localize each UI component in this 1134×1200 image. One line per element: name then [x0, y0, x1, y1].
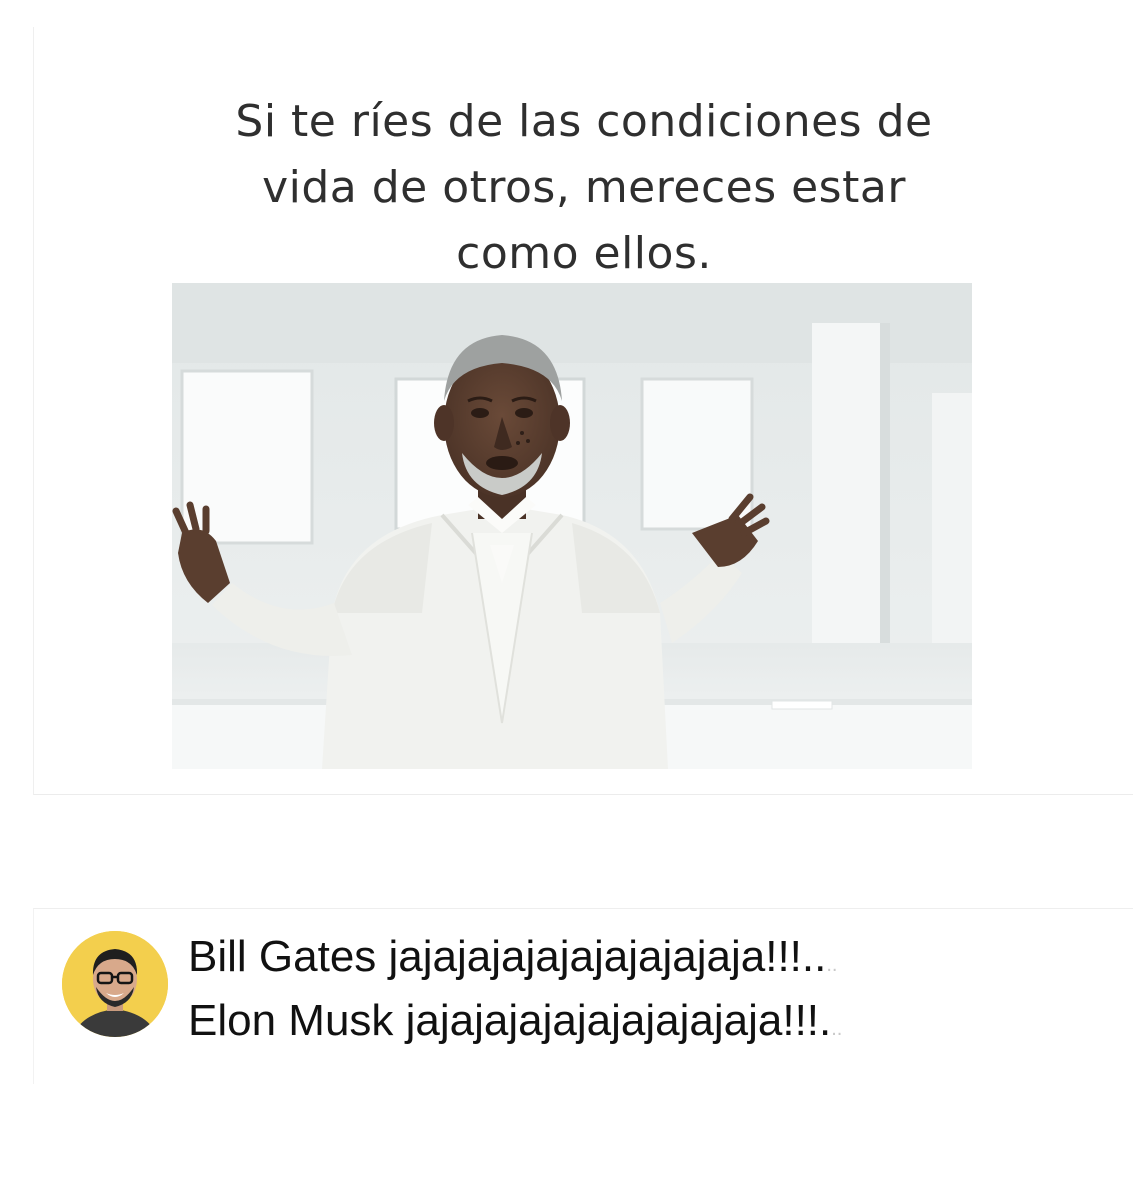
- meme-caption: Si te ríes de las condiciones de vida de…: [174, 89, 994, 287]
- avatar-portrait-icon: [62, 931, 168, 1037]
- comment-line-1-text: Bill Gates jajajajajajajajajajaja!!!..: [188, 932, 827, 981]
- meme-scene-illustration: [172, 283, 972, 769]
- avatar[interactable]: [62, 931, 168, 1037]
- comment-text: Bill Gates jajajajajajajajajajaja!!!....…: [188, 929, 842, 1057]
- caption-line-3: como ellos.: [456, 228, 712, 279]
- comment-line-1: Bill Gates jajajajajajajajajajaja!!!....: [188, 929, 842, 993]
- fade-ellipsis-1: ..: [826, 954, 838, 976]
- caption-line-2: vida de otros, mereces estar: [262, 162, 906, 213]
- caption-line-1: Si te ríes de las condiciones de: [235, 96, 933, 147]
- meme-image: [172, 283, 972, 769]
- comment-line-2-text: Elon Musk jajajajajajajajajajaja!!!.: [188, 996, 832, 1045]
- comment-card: Bill Gates jajajajajajajajajajaja!!!....…: [33, 908, 1133, 1084]
- comment-line-2: Elon Musk jajajajajajajajajajaja!!!...: [188, 993, 842, 1057]
- fade-ellipsis-2: ..: [831, 1018, 843, 1040]
- meme-card: Si te ríes de las condiciones de vida de…: [33, 27, 1133, 795]
